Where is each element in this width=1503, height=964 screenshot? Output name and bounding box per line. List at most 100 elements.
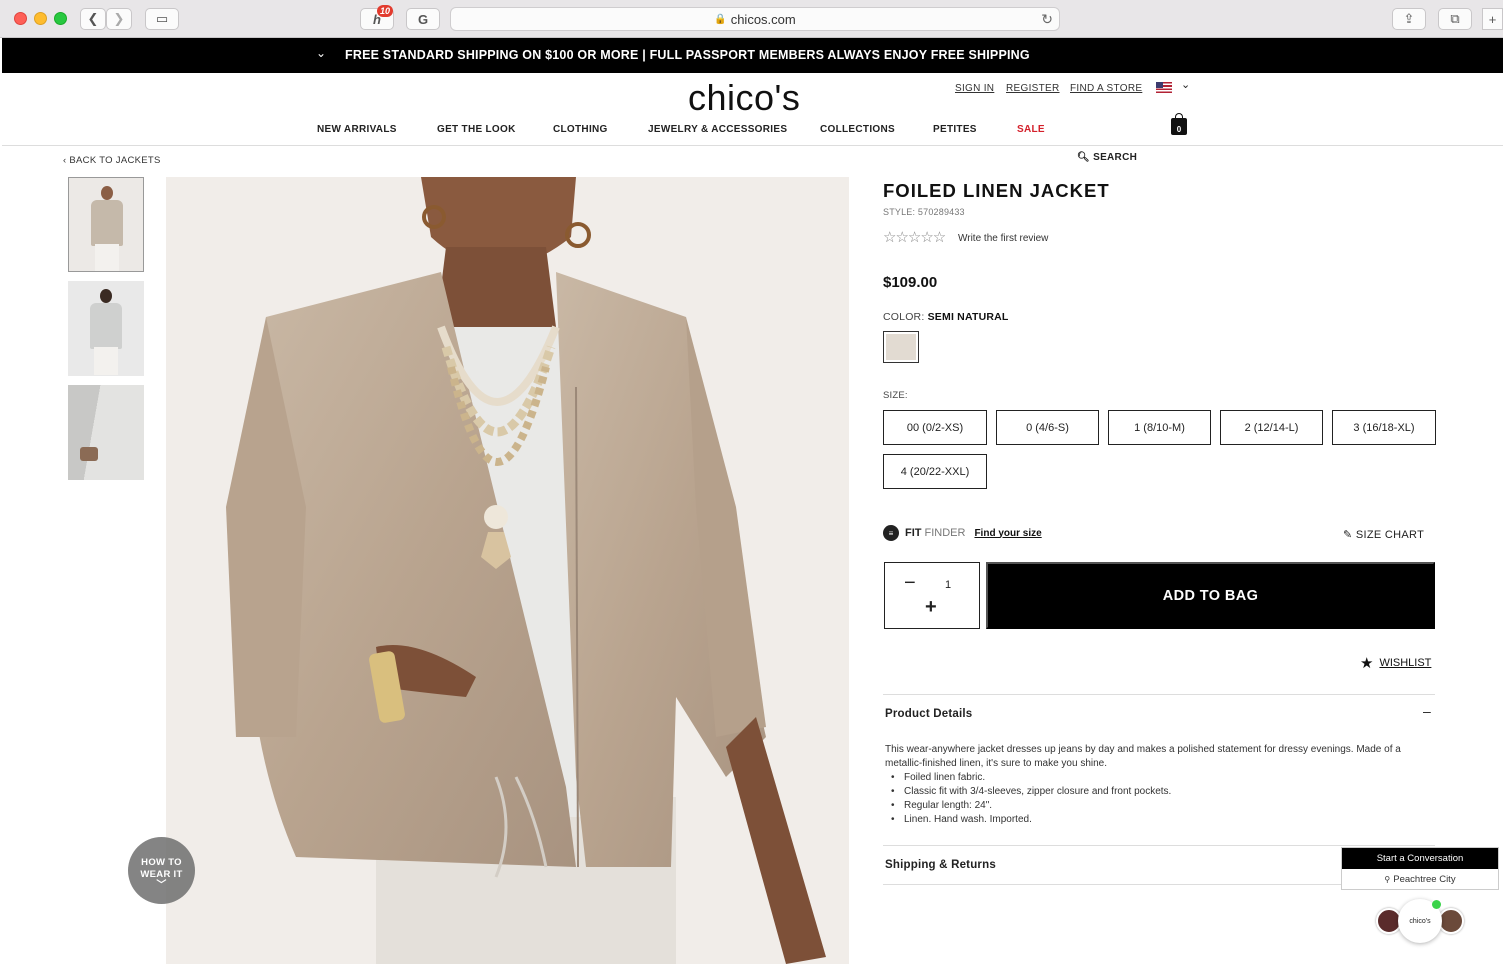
header-divider	[2, 145, 1503, 146]
honey-extension-icon[interactable]: h 10	[360, 5, 394, 30]
promo-text: FREE STANDARD SHIPPING ON $100 OR MORE |…	[345, 48, 1030, 62]
share-icon[interactable]: ⇪	[1392, 8, 1426, 30]
new-tab-icon[interactable]: +	[1482, 8, 1503, 30]
address-bar[interactable]: 🔒 chicos.com ↻	[450, 7, 1060, 31]
find-store-link[interactable]: FIND A STORE	[1070, 83, 1142, 94]
ruler-icon: ✎	[1343, 529, 1353, 541]
color-swatch-semi-natural[interactable]	[883, 331, 919, 363]
how-to-line1: HOW TO	[141, 857, 182, 868]
start-conversation-button[interactable]: Start a Conversation	[1342, 848, 1498, 869]
description-text: This wear-anywhere jacket dresses up jea…	[885, 744, 1401, 769]
breadcrumb[interactable]: ‹ BACK TO JACKETS	[63, 155, 161, 166]
site-logo[interactable]: chico's	[688, 80, 800, 116]
url-text: chicos.com	[730, 11, 796, 27]
search-button[interactable]: 🔍︎ SEARCH	[1077, 152, 1137, 163]
sidebar-icon[interactable]: ▭	[145, 8, 179, 30]
online-status-indicator	[1432, 900, 1441, 909]
size-option-00[interactable]: 00 (0/2-XS)	[883, 410, 987, 445]
chat-widget[interactable]: Start a Conversation ⚲ Peachtree City	[1341, 847, 1499, 890]
main-product-image[interactable]	[166, 177, 849, 964]
feature-list: Foiled linen fabric. Classic fit with 3/…	[885, 771, 1405, 827]
browser-toolbar: ❮ ❯ ▭ h 10 G 🔒 chicos.com ↻ ⇪ ⧉ +	[0, 0, 1503, 38]
color-value: SEMI NATURAL	[927, 311, 1009, 323]
nav-clothing[interactable]: CLOTHING	[553, 124, 608, 135]
sign-in-link[interactable]: SIGN IN	[955, 83, 994, 94]
fit-finder-icon: ≡	[883, 525, 899, 541]
chevron-down-icon: ﹀	[156, 880, 167, 891]
shopping-bag-icon[interactable]: 0	[1171, 113, 1187, 135]
minimize-window-button[interactable]	[34, 12, 47, 25]
plus-icon[interactable]: +	[925, 597, 937, 617]
fit-finder: ≡ FIT FINDER Find your size	[883, 525, 1042, 541]
color-label-text: COLOR:	[883, 311, 925, 323]
shipping-returns-header[interactable]: Shipping & Returns	[885, 859, 996, 871]
write-review-link[interactable]: Write the first review	[958, 233, 1048, 244]
product-description: This wear-anywhere jacket dresses up jea…	[885, 743, 1405, 827]
divider	[883, 845, 1435, 846]
forward-icon[interactable]: ❯	[106, 8, 132, 30]
size-option-4[interactable]: 4 (20/22-XXL)	[883, 454, 987, 489]
nav-jewelry-accessories[interactable]: JEWELRY & ACCESSORIES	[648, 124, 787, 135]
list-item: Regular length: 24".	[885, 799, 1405, 813]
size-label: SIZE:	[883, 390, 908, 401]
model-photo	[166, 177, 849, 964]
chat-logo-text: chico's	[1409, 917, 1431, 925]
search-icon: 🔍︎	[1077, 152, 1090, 163]
extension-badge: 10	[377, 5, 394, 17]
chevron-down-icon[interactable]: ⌄	[316, 46, 326, 60]
list-item: Foiled linen fabric.	[885, 771, 1405, 785]
back-link[interactable]: BACK TO JACKETS	[69, 155, 160, 166]
thumbnail-3[interactable]	[68, 385, 144, 480]
list-item: Classic fit with 3/4-sleeves, zipper clo…	[885, 785, 1405, 799]
thumbnail-2[interactable]	[68, 281, 144, 376]
wishlist-button[interactable]: ★ WISHLIST	[1360, 654, 1431, 672]
chat-location: ⚲ Peachtree City	[1342, 869, 1498, 890]
list-item: Linen. Hand wash. Imported.	[885, 813, 1405, 827]
divider	[883, 694, 1435, 695]
chevron-down-icon[interactable]: ⌄	[1181, 78, 1190, 91]
find-your-size-link[interactable]: Find your size	[974, 528, 1041, 539]
register-link[interactable]: REGISTER	[1006, 83, 1060, 94]
collapse-icon[interactable]: –	[1423, 703, 1431, 719]
product-price: $109.00	[883, 274, 938, 291]
search-label: SEARCH	[1093, 152, 1138, 163]
add-to-bag-button[interactable]: ADD TO BAG	[986, 562, 1435, 629]
grammarly-extension-icon[interactable]: G	[406, 8, 440, 30]
nav-new-arrivals[interactable]: NEW ARRIVALS	[317, 124, 397, 135]
product-details-header[interactable]: Product Details	[885, 708, 972, 720]
finder-text: FINDER	[924, 527, 966, 539]
nav-collections[interactable]: COLLECTIONS	[820, 124, 895, 135]
size-option-0[interactable]: 0 (4/6-S)	[996, 410, 1099, 445]
bag-count: 0	[1176, 125, 1182, 134]
thumbnail-1[interactable]	[68, 177, 144, 272]
quantity-value[interactable]: 1	[945, 579, 951, 591]
size-option-2[interactable]: 2 (12/14-L)	[1220, 410, 1323, 445]
size-option-3[interactable]: 3 (16/18-XL)	[1332, 410, 1436, 445]
promo-banner: ⌄ FREE STANDARD SHIPPING ON $100 OR MORE…	[2, 38, 1503, 73]
rating-stars-icon[interactable]: ☆☆☆☆☆	[883, 228, 946, 246]
location-text: Peachtree City	[1393, 874, 1456, 885]
color-label: COLOR: SEMI NATURAL	[883, 311, 1009, 323]
nav-get-the-look[interactable]: GET THE LOOK	[437, 124, 516, 135]
how-to-wear-it-button[interactable]: HOW TO WEAR IT ﹀	[128, 837, 195, 904]
wishlist-label: WISHLIST	[1379, 657, 1432, 669]
tabs-icon[interactable]: ⧉	[1438, 8, 1472, 30]
minus-icon[interactable]: −	[904, 573, 916, 593]
reload-icon[interactable]: ↻	[1041, 11, 1053, 28]
nav-sale[interactable]: SALE	[1017, 124, 1045, 135]
size-chart-link[interactable]: ✎ SIZE CHART	[1343, 528, 1424, 541]
us-flag-icon[interactable]	[1156, 82, 1172, 93]
lock-icon: 🔒	[714, 13, 727, 25]
star-icon: ★	[1360, 655, 1374, 672]
swatch-fill	[886, 334, 916, 360]
size-option-1[interactable]: 1 (8/10-M)	[1108, 410, 1211, 445]
nav-petites[interactable]: PETITES	[933, 124, 977, 135]
product-title: FOILED LINEN JACKET	[883, 180, 1110, 201]
fit-text: FIT	[905, 527, 922, 539]
size-chart-label: SIZE CHART	[1355, 529, 1425, 541]
zoom-window-button[interactable]	[54, 12, 67, 25]
quantity-stepper[interactable]: − 1 +	[884, 562, 980, 629]
back-icon[interactable]: ❮	[80, 8, 106, 30]
pin-icon: ⚲	[1384, 875, 1391, 884]
close-window-button[interactable]	[14, 12, 27, 25]
